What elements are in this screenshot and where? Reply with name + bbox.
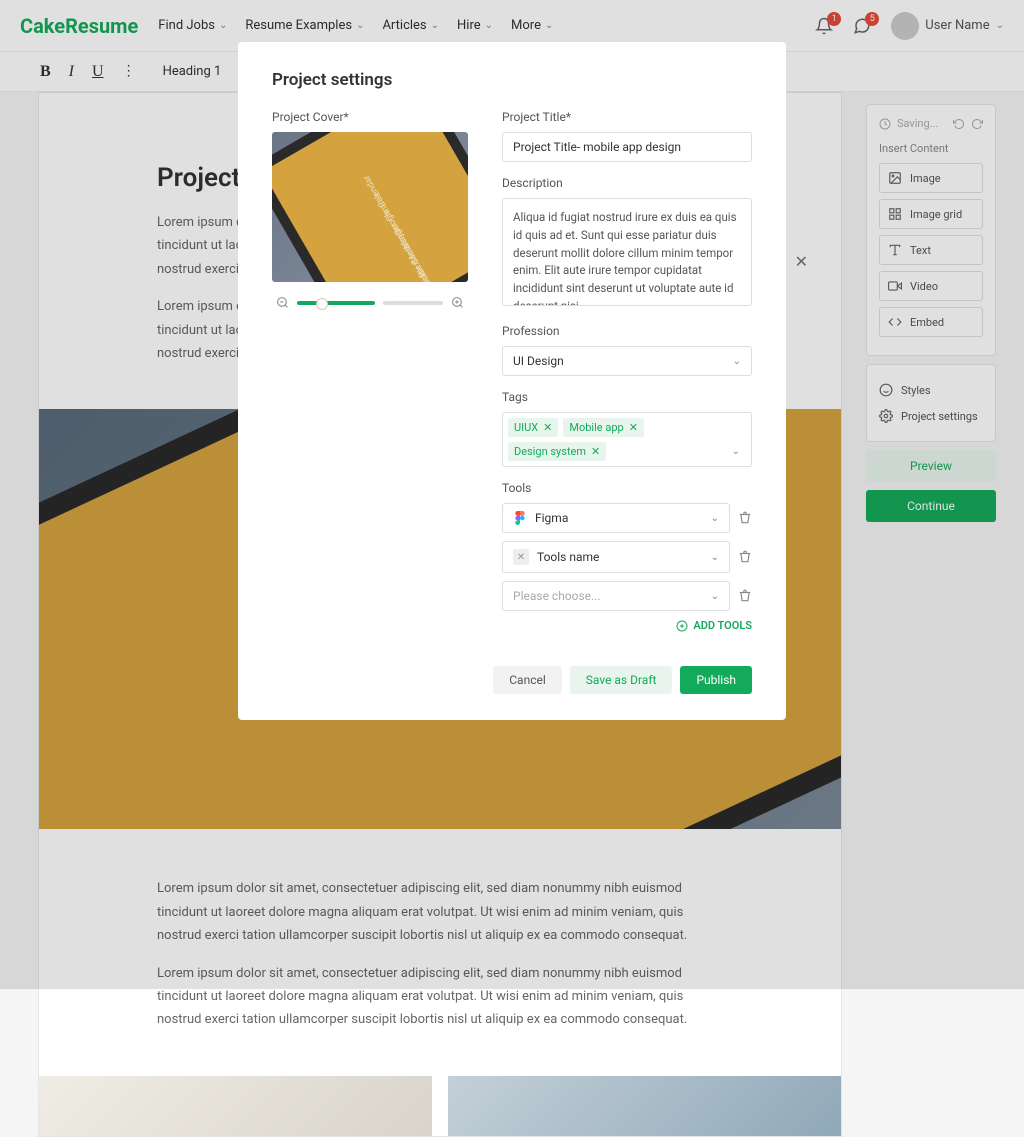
project-settings-modal: ✕ Project settings Project Cover* Calend… bbox=[238, 42, 786, 720]
tags-input[interactable]: UIUX✕ Mobile app✕ Design system✕ ⌄ bbox=[502, 412, 752, 467]
tags-label: Tags bbox=[502, 390, 752, 404]
title-label: Project Title* bbox=[502, 110, 752, 124]
tag-chip: UIUX✕ bbox=[508, 418, 558, 437]
cover-label: Project Cover* bbox=[272, 110, 468, 124]
chevron-down-icon: ⌄ bbox=[733, 356, 741, 367]
description-label: Description bbox=[502, 176, 752, 190]
zoom-out-icon[interactable] bbox=[276, 296, 289, 309]
tool-icon: ✕ bbox=[513, 549, 529, 565]
profession-select[interactable]: UI Design⌄ bbox=[502, 346, 752, 376]
tool-select[interactable]: Figma⌄ bbox=[502, 503, 730, 533]
tool-select[interactable]: ✕ Tools name⌄ bbox=[502, 541, 730, 573]
chevron-down-icon: ⌄ bbox=[711, 552, 719, 563]
modal-overlay[interactable]: ✕ Project settings Project Cover* Calend… bbox=[0, 0, 1024, 989]
project-title-input[interactable] bbox=[502, 132, 752, 162]
publish-button[interactable]: Publish bbox=[680, 666, 752, 694]
close-icon[interactable]: ✕ bbox=[795, 252, 808, 271]
content-image[interactable] bbox=[448, 1076, 841, 1136]
delete-icon[interactable] bbox=[738, 550, 752, 564]
plus-circle-icon bbox=[676, 620, 688, 632]
content-image[interactable] bbox=[39, 1076, 432, 1136]
description-textarea[interactable] bbox=[502, 198, 752, 306]
zoom-slider[interactable] bbox=[297, 301, 375, 305]
tag-chip: Design system✕ bbox=[508, 442, 606, 461]
add-tools-button[interactable]: ADD TOOLS bbox=[502, 619, 752, 632]
project-cover-image[interactable]: CalendarChromeGoogleMapsMessengerPlexPoc… bbox=[272, 132, 468, 282]
tools-label: Tools bbox=[502, 481, 752, 495]
save-draft-button[interactable]: Save as Draft bbox=[570, 666, 673, 694]
tag-remove-icon[interactable]: ✕ bbox=[543, 421, 552, 434]
profession-label: Profession bbox=[502, 324, 752, 338]
cancel-button[interactable]: Cancel bbox=[493, 666, 562, 694]
modal-title: Project settings bbox=[272, 70, 752, 90]
tag-remove-icon[interactable]: ✕ bbox=[591, 445, 600, 458]
chevron-down-icon: ⌄ bbox=[711, 591, 719, 602]
tag-chip: Mobile app✕ bbox=[563, 418, 644, 437]
tag-remove-icon[interactable]: ✕ bbox=[629, 421, 638, 434]
delete-icon[interactable] bbox=[738, 511, 752, 525]
tool-select[interactable]: Please choose...⌄ bbox=[502, 581, 730, 611]
chevron-down-icon: ⌄ bbox=[711, 513, 719, 524]
chevron-down-icon[interactable]: ⌄ bbox=[732, 446, 740, 457]
zoom-in-icon[interactable] bbox=[451, 296, 464, 309]
delete-icon[interactable] bbox=[738, 589, 752, 603]
figma-icon bbox=[513, 511, 527, 525]
